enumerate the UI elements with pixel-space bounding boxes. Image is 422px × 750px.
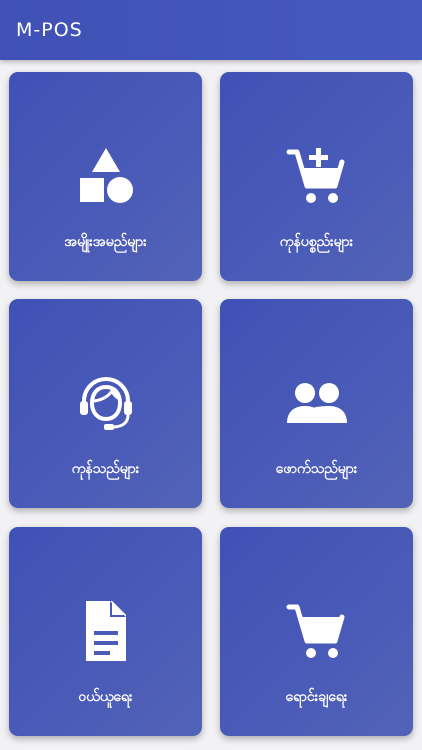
menu-card-label: ဖောက်သည်များ [275, 461, 358, 477]
support-agent-icon [9, 371, 202, 435]
menu-card-products[interactable]: ကုန်ပစ္စည်းများ [220, 72, 413, 281]
shopping-cart-icon [220, 599, 413, 663]
menu-card-sales[interactable]: ရောင်းချရေး [220, 527, 413, 736]
add-shopping-cart-icon [220, 144, 413, 208]
people-icon [220, 371, 413, 435]
menu-card-label: ကုန်သည်များ [71, 461, 140, 477]
menu-card-label: ဝယ်ယူရေး [78, 689, 133, 705]
shapes-icon [9, 144, 202, 208]
menu-card-label: ရောင်းချရေး [285, 689, 348, 705]
menu-card-categories[interactable]: အမျိုးအမည်များ [9, 72, 202, 281]
document-icon [9, 599, 202, 663]
app-bar: M-POS [0, 0, 422, 60]
menu-card-label: အမျိုးအမည်များ [64, 234, 147, 250]
menu-card-suppliers[interactable]: ကုန်သည်များ [9, 299, 202, 508]
menu-card-customers[interactable]: ဖောက်သည်များ [220, 299, 413, 508]
app-title: M-POS [16, 19, 83, 41]
menu-card-label: ကုန်ပစ္စည်းများ [279, 234, 354, 250]
menu-card-purchases[interactable]: ဝယ်ယူရေး [9, 527, 202, 736]
